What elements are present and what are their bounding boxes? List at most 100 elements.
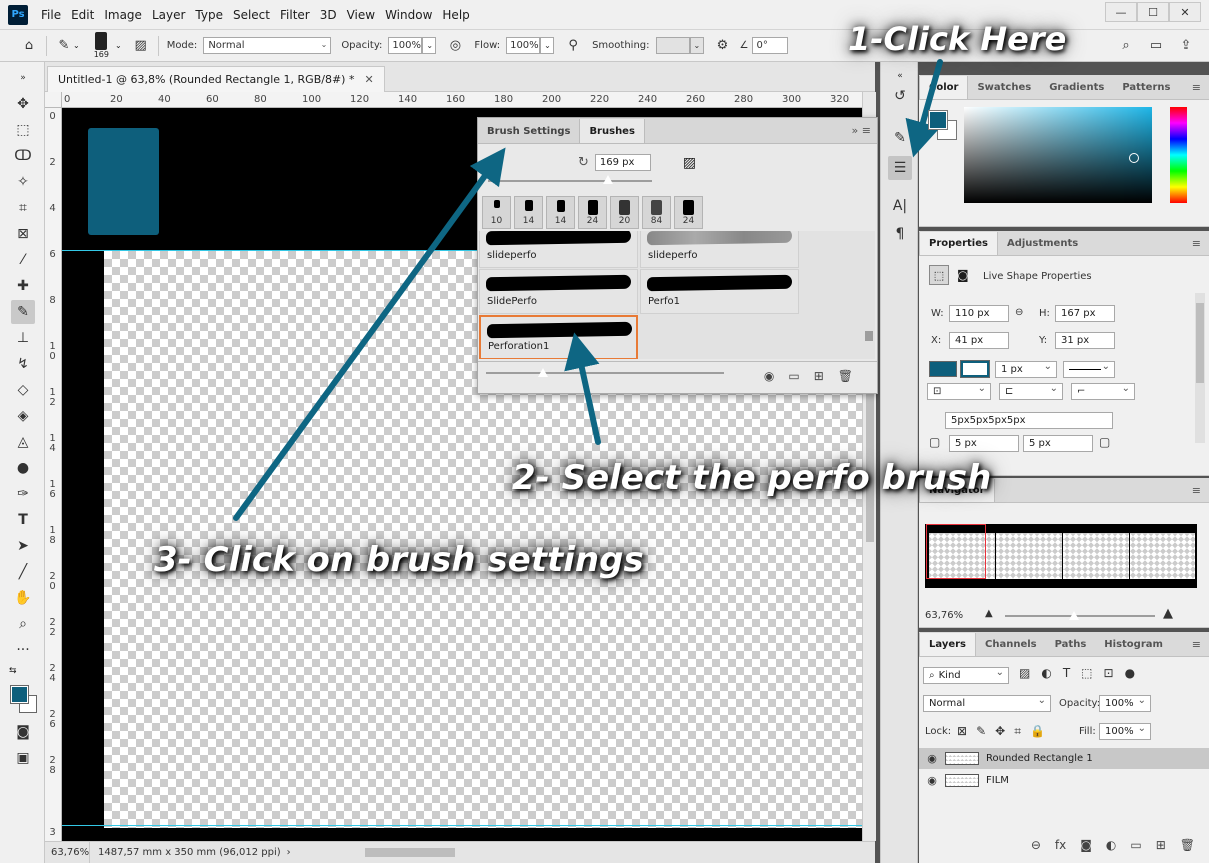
color-field[interactable]	[964, 107, 1152, 203]
more-tools-icon[interactable]: ···	[11, 638, 35, 662]
screen-mode-icon[interactable]: ▣	[11, 746, 35, 770]
visibility-icon[interactable]: ◉	[764, 369, 774, 383]
maximize-icon[interactable]: ☐	[1137, 2, 1169, 22]
corner-top-left-input[interactable]: 5 px	[949, 435, 1019, 452]
zoom-in-icon[interactable]: ▲	[1163, 606, 1173, 621]
smoothing-input[interactable]	[655, 37, 690, 54]
dodge-tool-icon[interactable]: ●	[11, 456, 35, 480]
brush-settings-icon[interactable]: ☰	[888, 156, 912, 180]
search-icon[interactable]: ⌕	[1117, 36, 1135, 54]
brush-preset[interactable]: 14	[546, 196, 575, 229]
hand-tool-icon[interactable]: ✋	[11, 586, 35, 610]
clone-stamp-tool-icon[interactable]: ⊥	[11, 326, 35, 350]
tab-gradients[interactable]: Gradients	[1040, 76, 1113, 99]
foreground-color-swatch[interactable]	[928, 110, 948, 130]
tab-channels[interactable]: Channels	[976, 633, 1046, 656]
add-icon[interactable]: ⊞	[814, 369, 824, 383]
brush-size-slider[interactable]	[488, 175, 652, 184]
shape-filter-icon[interactable]: ⬚	[1081, 666, 1092, 680]
crop-tool-icon[interactable]: ⌗	[11, 196, 35, 220]
magic-wand-tool-icon[interactable]: ✧	[11, 170, 35, 194]
panel-menu-icon[interactable]: ≡	[1192, 81, 1201, 94]
healing-brush-tool-icon[interactable]: ✚	[11, 274, 35, 298]
history-brush-tool-icon[interactable]: ↯	[11, 352, 35, 376]
trash-icon[interactable]: 🗑	[838, 369, 853, 383]
brush-preset[interactable]: 24	[674, 196, 703, 229]
brush-preset[interactable]: 24	[578, 196, 607, 229]
panel-menu-icon[interactable]: ≡	[1192, 237, 1201, 250]
x-input[interactable]: 41 px	[949, 332, 1009, 349]
paint-bucket-tool-icon[interactable]: ◈	[11, 404, 35, 428]
toggle-brush-settings-icon[interactable]: ▨	[132, 37, 150, 55]
fill-color-swatch[interactable]	[929, 361, 957, 377]
filter-toggle-icon[interactable]: ●	[1125, 666, 1135, 680]
opacity-input[interactable]: 100%	[388, 37, 423, 54]
width-input[interactable]: 110 px	[949, 305, 1009, 322]
quick-mask-icon[interactable]: ◙	[11, 720, 35, 744]
align-stroke-select[interactable]: ⊡	[927, 383, 991, 400]
panel-menu-icon[interactable]: ≡	[1192, 484, 1201, 497]
lock-transparent-icon[interactable]: ⊠	[957, 724, 967, 739]
blur-tool-icon[interactable]: ◬	[11, 430, 35, 454]
lasso-tool-icon[interactable]: ↀ	[11, 144, 35, 168]
collapse-icon[interactable]: »	[11, 66, 35, 90]
type-filter-icon[interactable]: T	[1063, 666, 1070, 680]
swap-colors-icon[interactable]: ⇆	[9, 666, 17, 676]
tab-patterns[interactable]: Patterns	[1113, 76, 1179, 99]
lock-position-icon[interactable]: ✥	[995, 724, 1005, 739]
eye-icon[interactable]: ◉	[919, 752, 945, 765]
y-input[interactable]: 31 px	[1055, 332, 1115, 349]
brushes-icon[interactable]: ✎	[888, 126, 912, 150]
foreground-color-swatch[interactable]	[10, 685, 29, 704]
guide-line[interactable]	[62, 825, 862, 826]
menu-filter[interactable]: Filter	[275, 8, 315, 22]
corner-top-right-input[interactable]: 5 px	[1023, 435, 1093, 452]
smart-object-filter-icon[interactable]: ⊡	[1104, 666, 1114, 680]
type-tool-icon[interactable]: T	[11, 508, 35, 532]
zoom-tool-icon[interactable]: ⌕	[11, 612, 35, 636]
chevron-down-icon[interactable]: ⌄	[422, 37, 437, 54]
corner-radius-input[interactable]: 5px5px5px5px	[945, 412, 1113, 429]
blend-mode-select[interactable]: Normal	[923, 695, 1051, 712]
height-input[interactable]: 167 px	[1055, 305, 1115, 322]
lock-pixels-icon[interactable]: ✎	[976, 724, 986, 739]
add-mask-icon[interactable]: ◙	[1080, 838, 1092, 852]
scrollbar-thumb[interactable]	[1196, 303, 1204, 383]
list-item[interactable]: Perfo1	[640, 269, 799, 314]
tab-adjustments[interactable]: Adjustments	[998, 232, 1087, 255]
eye-icon[interactable]: ◉	[919, 774, 945, 787]
brush-preset[interactable]: 84	[642, 196, 671, 229]
layer-opacity-input[interactable]: 100%	[1099, 695, 1151, 712]
chevron-down-icon[interactable]: ⌄	[73, 41, 80, 50]
eraser-tool-icon[interactable]: ◇	[11, 378, 35, 402]
workspace-icon[interactable]: ▭	[1147, 36, 1165, 54]
lock-all-icon[interactable]: 🔒	[1030, 724, 1045, 739]
brush-size-picker[interactable]: 169	[94, 32, 109, 59]
pressure-opacity-icon[interactable]: ◎	[446, 37, 464, 55]
tab-properties[interactable]: Properties	[919, 232, 998, 255]
add-icon[interactable]: ⊞	[1156, 838, 1166, 852]
tab-brush-settings[interactable]: Brush Settings	[478, 119, 579, 143]
character-icon[interactable]: A|	[888, 194, 912, 218]
list-item[interactable]: slideperfo	[479, 231, 638, 268]
status-zoom[interactable]: 63,76%	[45, 842, 90, 863]
share-icon[interactable]: ⇪	[1177, 36, 1195, 54]
zoom-out-icon[interactable]: ▲	[985, 608, 993, 619]
paragraph-icon[interactable]: ¶	[888, 222, 912, 246]
chevron-down-icon[interactable]: ⌄	[689, 37, 704, 54]
brush-preset[interactable]: 14	[514, 196, 543, 229]
tab-swatches[interactable]: Swatches	[968, 76, 1040, 99]
mode-select[interactable]: Normal ⌄	[203, 37, 332, 54]
trash-icon[interactable]: 🗑	[1180, 838, 1195, 852]
line-tool-icon[interactable]: ╱	[11, 560, 35, 584]
hue-slider[interactable]	[1170, 107, 1187, 203]
link-icon[interactable]: ⊖	[1015, 307, 1023, 318]
preview-size-slider[interactable]	[486, 368, 724, 377]
menu-layer[interactable]: Layer	[147, 8, 190, 22]
reset-icon[interactable]: ↻	[578, 155, 589, 170]
gear-icon[interactable]: ⚙	[714, 37, 732, 55]
navigator-view-box[interactable]	[926, 524, 986, 579]
move-tool-icon[interactable]: ✥	[11, 92, 35, 116]
layer-row[interactable]: ◉ FILM	[919, 770, 1209, 791]
list-item-selected[interactable]: Perforation1	[479, 315, 638, 359]
